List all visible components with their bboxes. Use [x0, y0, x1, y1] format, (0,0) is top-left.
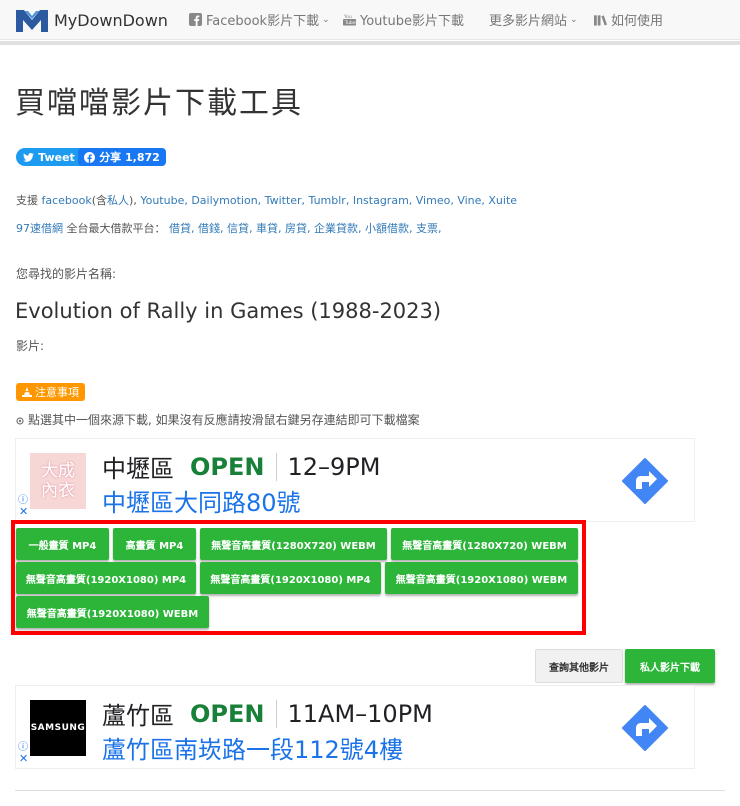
support-paren-close: ),	[129, 194, 141, 207]
loan-ad-line: 97速借網 全台最大借款平台： 借貸, 借錢, 信貸, 車貸, 房貸, 企業貸款…	[16, 220, 441, 236]
tweet-label: Tweet	[38, 150, 75, 164]
twitter-bird-icon	[23, 152, 35, 162]
facebook-link[interactable]: facebook	[42, 194, 92, 207]
logo-icon	[16, 10, 48, 32]
loan-links[interactable]: 借貸, 借錢, 信貸, 車貸, 房貸, 企業貸款, 小額借款, 支票,	[169, 222, 441, 235]
samsung-logo: SAMSUNG	[30, 700, 86, 756]
ad-close-icon[interactable]: ✕	[19, 505, 28, 518]
ad-hours: 12–9PM	[287, 452, 381, 481]
download-instruction: 點選其中一個來源下載, 如果沒有反應請按滑鼠右鍵另存連結即可下載檔案	[16, 411, 420, 428]
video-label: 影片:	[16, 339, 45, 353]
download-button-hd-mp4[interactable]: 高畫質 MP4	[113, 528, 196, 560]
ad-address: 蘆竹區南崁路一段112號4樓	[102, 736, 404, 764]
ad-hours: 11AM–10PM	[287, 699, 433, 728]
support-paren-open: (含	[91, 194, 108, 207]
support-prefix: 支援	[16, 194, 42, 207]
library-icon	[594, 15, 607, 26]
download-button-1080-webm-1[interactable]: 無聲音高畫質(1920X1080) WEBM	[385, 562, 578, 594]
nav-how-to-use[interactable]: 如何使用	[594, 10, 663, 29]
nav-label-more: 更多影片網站	[489, 14, 568, 29]
nav-separator	[0, 41, 740, 45]
map-ad-2[interactable]: SAMSUNG 蘆竹區 OPEN 11AM–10PM 蘆竹區南崁路一段112號4…	[15, 685, 695, 769]
svg-text:Tube: Tube	[344, 20, 356, 26]
loan-text: 全台最大借款平台：	[63, 222, 169, 235]
notice-label: 注意事項	[35, 386, 79, 399]
brand[interactable]: MyDownDown	[15, 7, 168, 33]
nav-more-sites[interactable]: 更多影片網站 ⌄	[489, 10, 578, 29]
ad-open-status: OPEN	[190, 452, 265, 481]
facebook-icon	[189, 13, 202, 26]
nav-label-howto: 如何使用	[611, 14, 664, 29]
store-logo-text: 大成 內衣	[41, 461, 75, 501]
ad-divider	[276, 699, 278, 728]
loan-site-link[interactable]: 97速借網	[16, 222, 63, 235]
ad-divider	[276, 452, 278, 481]
ad-address: 中壢區大同路80號	[102, 489, 301, 517]
ad-info-icon[interactable]: ⓘ	[18, 738, 28, 753]
facebook-circle-icon	[84, 151, 96, 163]
download-button-1080-webm-2[interactable]: 無聲音高畫質(1920X1080) WEBM	[16, 596, 209, 628]
download-button-720-webm-2[interactable]: 無聲音高畫質(1280X720) WEBM	[391, 528, 578, 560]
ad-open-status: OPEN	[190, 699, 265, 728]
ad-district: 中壢區	[102, 455, 174, 483]
download-button-720-webm-1[interactable]: 無聲音高畫質(1280X720) WEBM	[200, 528, 387, 560]
youtube-icon: YouTube	[343, 14, 356, 26]
private-video-download-button[interactable]: 私人影片下載	[625, 649, 715, 683]
search-label: 您尋找的影片名稱:	[16, 267, 117, 281]
directions-icon[interactable]	[621, 704, 669, 752]
nav-label-youtube: Youtube影片下載	[360, 14, 464, 29]
nav-youtube-download[interactable]: You Tube Youtube影片下載	[343, 10, 464, 29]
map-ad-1[interactable]: 大成 內衣 中壢區 OPEN 12–9PM 中壢區大同路80號 ⓘ ✕	[15, 438, 695, 522]
private-link[interactable]: 私人	[107, 194, 129, 207]
instruction-text: 點選其中一個來源下載, 如果沒有反應請按滑鼠右鍵另存連結即可下載檔案	[28, 413, 420, 427]
ad-headline: 中壢區 OPEN 12–9PM	[102, 449, 380, 484]
bottom-divider	[15, 790, 725, 791]
video-title: Evolution of Rally in Games (1988-2023)	[15, 299, 442, 323]
share-label: 分享 1,872	[99, 151, 160, 164]
chevron-down-icon: ⌄	[322, 14, 330, 25]
ad-close-icon[interactable]: ✕	[19, 752, 28, 765]
tweet-button[interactable]: Tweet	[16, 148, 82, 166]
download-button-1080-mp4-1[interactable]: 無聲音高畫質(1920X1080) MP4	[16, 562, 196, 594]
supported-sites-links[interactable]: Youtube, Dailymotion, Twitter, Tumblr, I…	[140, 194, 517, 207]
samsung-logo-text: SAMSUNG	[30, 723, 86, 733]
store-logo: 大成 內衣	[30, 453, 86, 509]
chevron-down-icon: ⌄	[570, 14, 578, 25]
directions-icon[interactable]	[621, 457, 669, 505]
download-button-1080-mp4-2[interactable]: 無聲音高畫質(1920X1080) MP4	[200, 562, 381, 594]
bullet-icon	[16, 416, 24, 425]
warning-cone-icon	[22, 387, 32, 397]
svg-text:You: You	[343, 14, 352, 20]
ad-info-icon[interactable]: ⓘ	[18, 491, 28, 506]
ad-headline: 蘆竹區 OPEN 11AM–10PM	[102, 696, 433, 731]
query-other-videos-button[interactable]: 查詢其他影片	[535, 649, 623, 683]
page-title: 買噹噹影片下載工具	[15, 86, 303, 121]
download-button-sd-mp4[interactable]: 一般畫質 MP4	[16, 528, 109, 560]
notice-badge: 注意事項	[16, 383, 85, 401]
ad-district: 蘆竹區	[102, 702, 174, 730]
navbar: MyDownDown Facebook影片下載 ⌄ You Tube Youtub…	[0, 0, 740, 40]
nav-label-facebook: Facebook影片下載	[206, 14, 320, 29]
supported-sites-line: 支援 facebook(含私人), Youtube, Dailymotion, …	[16, 192, 517, 208]
nav-facebook-download[interactable]: Facebook影片下載 ⌄	[189, 10, 330, 29]
facebook-share-button[interactable]: 分享 1,872	[78, 148, 166, 166]
brand-name: MyDownDown	[54, 10, 168, 30]
